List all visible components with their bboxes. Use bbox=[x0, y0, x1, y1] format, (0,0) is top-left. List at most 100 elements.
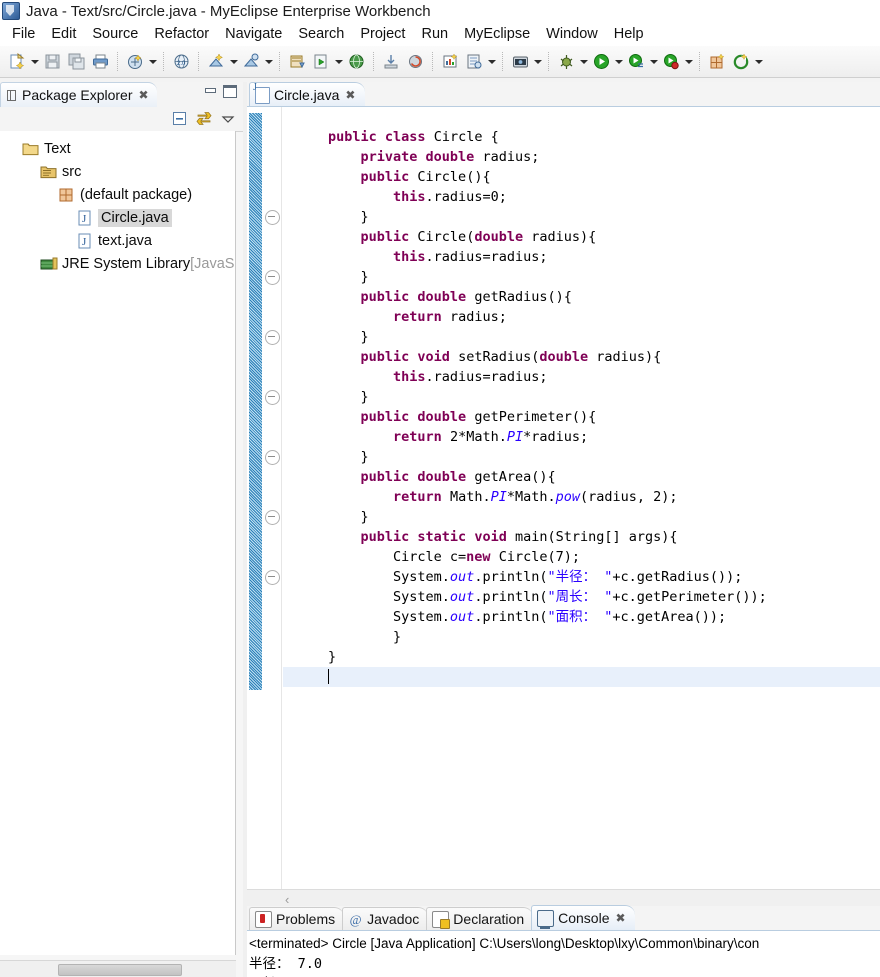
debug-icon[interactable] bbox=[554, 50, 578, 74]
chevron-down-icon[interactable] bbox=[333, 51, 344, 73]
menu-help[interactable]: Help bbox=[606, 25, 652, 43]
code-line[interactable]: public double getRadius(){ bbox=[283, 287, 880, 307]
scrollbar-thumb[interactable] bbox=[58, 964, 182, 976]
fold-collapse-icon[interactable] bbox=[265, 270, 280, 285]
chevron-down-icon[interactable] bbox=[147, 51, 158, 73]
maximize-icon[interactable] bbox=[223, 85, 237, 98]
console-output[interactable]: <terminated> Circle [Java Application] C… bbox=[247, 930, 880, 977]
menu-run[interactable]: Run bbox=[413, 25, 456, 43]
code-text[interactable]: public class Circle { private double rad… bbox=[283, 107, 880, 889]
code-line[interactable]: } bbox=[283, 627, 880, 647]
close-icon[interactable]: ✖ bbox=[345, 88, 355, 102]
tree-item-text[interactable]: Text bbox=[0, 137, 235, 160]
deploy-icon[interactable] bbox=[123, 50, 147, 74]
code-line[interactable]: private double radius; bbox=[283, 147, 880, 167]
chevron-down-icon[interactable] bbox=[532, 51, 543, 73]
code-line[interactable]: this.radius=0; bbox=[283, 187, 880, 207]
tab-problems[interactable]: Problems bbox=[249, 907, 345, 930]
code-line[interactable]: } bbox=[283, 327, 880, 347]
link-with-editor-icon[interactable] bbox=[194, 109, 213, 128]
current-line[interactable] bbox=[283, 667, 880, 687]
new-wizard-icon[interactable] bbox=[5, 50, 29, 74]
code-line[interactable]: public double getPerimeter(){ bbox=[283, 407, 880, 427]
chevron-down-icon[interactable] bbox=[753, 51, 764, 73]
chevron-down-icon[interactable] bbox=[228, 51, 239, 73]
open-perspective-icon[interactable] bbox=[729, 50, 753, 74]
menu-window[interactable]: Window bbox=[538, 25, 606, 43]
chevron-down-icon[interactable] bbox=[613, 51, 624, 73]
tab-javadoc[interactable]: @ Javadoc bbox=[342, 907, 429, 930]
chevron-down-icon[interactable] bbox=[648, 51, 659, 73]
fold-collapse-icon[interactable] bbox=[265, 570, 280, 585]
tab-console[interactable]: Console ✖ bbox=[531, 905, 635, 930]
minimize-icon[interactable] bbox=[204, 85, 216, 96]
print-icon[interactable] bbox=[88, 50, 112, 74]
fold-collapse-icon[interactable] bbox=[265, 210, 280, 225]
menu-edit[interactable]: Edit bbox=[43, 25, 84, 43]
chevron-down-icon[interactable] bbox=[263, 51, 274, 73]
view-menu-icon[interactable] bbox=[218, 109, 237, 128]
scroll-left-icon[interactable]: ‹ bbox=[285, 892, 289, 907]
menu-refactor[interactable]: Refactor bbox=[146, 25, 217, 43]
fold-collapse-icon[interactable] bbox=[265, 450, 280, 465]
project-tree[interactable]: Text src (default package) J Circle.java Jtex… bbox=[0, 131, 236, 955]
tree-item-text-java[interactable]: Jtext.java bbox=[0, 229, 235, 252]
tree-item-src[interactable]: src bbox=[0, 160, 235, 183]
fold-collapse-icon[interactable] bbox=[265, 330, 280, 345]
manage-server-icon[interactable] bbox=[239, 50, 263, 74]
code-line[interactable]: } bbox=[283, 647, 880, 667]
code-line[interactable]: } bbox=[283, 387, 880, 407]
profile-icon[interactable] bbox=[659, 50, 683, 74]
code-line[interactable]: System.out.println("面积： "+c.getArea()); bbox=[283, 607, 880, 627]
source-editor[interactable]: public class Circle { private double rad… bbox=[247, 106, 880, 907]
menu-file[interactable]: File bbox=[4, 25, 43, 43]
run-history-icon[interactable] bbox=[624, 50, 648, 74]
code-line[interactable]: public Circle(double radius){ bbox=[283, 227, 880, 247]
menu-project[interactable]: Project bbox=[352, 25, 413, 43]
folding-margin[interactable] bbox=[263, 107, 282, 889]
run-xdoclet-icon[interactable] bbox=[309, 50, 333, 74]
code-line[interactable]: public void setRadius(double radius){ bbox=[283, 347, 880, 367]
report-icon[interactable] bbox=[462, 50, 486, 74]
new-package-icon[interactable] bbox=[705, 50, 729, 74]
refresh-icon[interactable] bbox=[403, 50, 427, 74]
open-type-icon[interactable] bbox=[285, 50, 309, 74]
code-line[interactable]: public double getArea(){ bbox=[283, 467, 880, 487]
chevron-down-icon[interactable] bbox=[578, 51, 589, 73]
code-line[interactable]: } bbox=[283, 507, 880, 527]
code-line[interactable]: System.out.println("半径： "+c.getRadius())… bbox=[283, 567, 880, 587]
tab-package-explorer[interactable]: Package Explorer ✖ bbox=[0, 82, 157, 107]
fold-collapse-icon[interactable] bbox=[265, 510, 280, 525]
tree-item-circle-java[interactable]: J Circle.java bbox=[0, 206, 235, 229]
snapshot-icon[interactable] bbox=[508, 50, 532, 74]
menu-source[interactable]: Source bbox=[84, 25, 146, 43]
code-line[interactable]: } bbox=[283, 267, 880, 287]
web-browser-icon[interactable]: 2.0 bbox=[169, 50, 193, 74]
package-explorer-hscrollbar[interactable] bbox=[0, 960, 236, 977]
tab-declaration[interactable]: Declaration bbox=[426, 907, 534, 930]
save-all-icon[interactable] bbox=[64, 50, 88, 74]
menu-navigate[interactable]: Navigate bbox=[217, 25, 290, 43]
collapse-all-icon[interactable] bbox=[170, 109, 189, 128]
open-web-icon[interactable] bbox=[344, 50, 368, 74]
chevron-down-icon[interactable] bbox=[683, 51, 694, 73]
code-line[interactable]: public Circle(){ bbox=[283, 167, 880, 187]
code-line[interactable]: this.radius=radius; bbox=[283, 367, 880, 387]
code-line[interactable]: public class Circle { bbox=[283, 127, 880, 147]
code-line[interactable]: return radius; bbox=[283, 307, 880, 327]
close-icon[interactable]: ✖ bbox=[616, 911, 626, 925]
run-icon[interactable] bbox=[589, 50, 613, 74]
code-line[interactable]: return 2*Math.PI*radius; bbox=[283, 427, 880, 447]
code-line[interactable]: this.radius=radius; bbox=[283, 247, 880, 267]
import-icon[interactable] bbox=[379, 50, 403, 74]
code-line[interactable]: return Math.PI*Math.pow(radius, 2); bbox=[283, 487, 880, 507]
tree-item-jre-system-library[interactable]: JRE System Library [JavaS bbox=[0, 252, 235, 275]
chevron-down-icon[interactable] bbox=[29, 51, 40, 73]
code-line[interactable]: } bbox=[283, 447, 880, 467]
chevron-down-icon[interactable] bbox=[486, 51, 497, 73]
new-server-icon[interactable] bbox=[204, 50, 228, 74]
menu-search[interactable]: Search bbox=[290, 25, 352, 43]
tree-item-default-package[interactable]: (default package) bbox=[0, 183, 235, 206]
tab-circle-java[interactable]: Circle.java ✖ bbox=[249, 82, 366, 107]
code-line[interactable]: System.out.println("周长： "+c.getPerimeter… bbox=[283, 587, 880, 607]
